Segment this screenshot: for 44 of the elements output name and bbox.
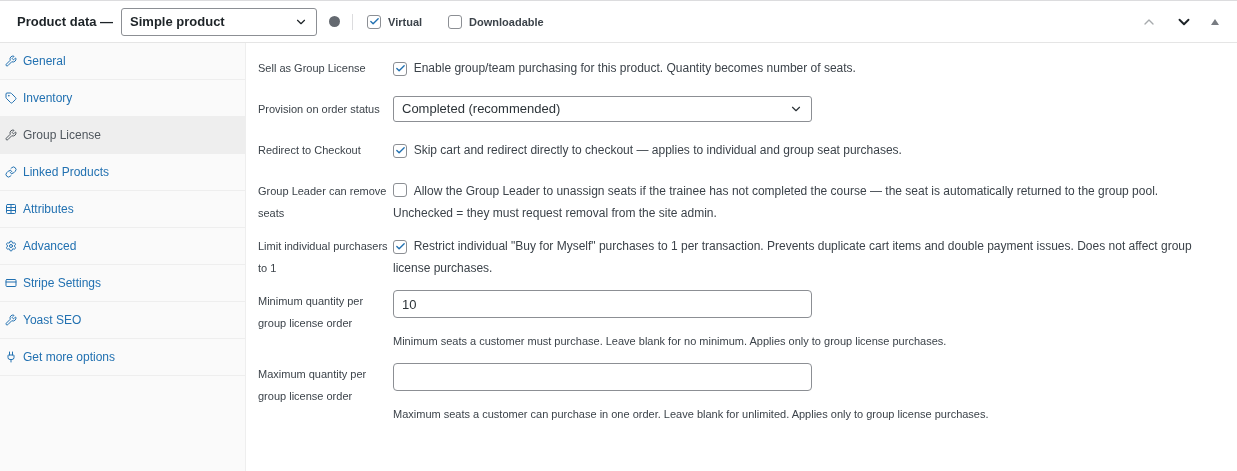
sidebar-tab[interactable]: General bbox=[0, 43, 245, 80]
checkbox-label: Downloadable bbox=[469, 15, 544, 28]
sidebar-tab[interactable]: Advanced bbox=[0, 228, 245, 265]
wrench-icon bbox=[5, 314, 17, 326]
checkbox[interactable] bbox=[367, 14, 382, 29]
option-text: Enable group/team purchasing for this product. Quantity becomes number of seats. bbox=[393, 57, 1215, 79]
field-label: Redirect to Checkout bbox=[258, 143, 362, 158]
checkbox-label: Virtual bbox=[388, 15, 423, 28]
quantity-input[interactable]: 10 bbox=[393, 290, 812, 318]
checkbox[interactable] bbox=[393, 183, 407, 197]
table-icon bbox=[5, 203, 17, 215]
sidebar-tab[interactable]: Get more options bbox=[0, 339, 245, 376]
checkbox[interactable] bbox=[448, 14, 463, 29]
option-text: Restrict individual "Buy for Myself" purchases to 1 per transaction. Prevents duplicate cart items and double payment issues. Does not affect group license purchases. bbox=[393, 238, 1193, 277]
field-label: Group Leader can remove seats bbox=[258, 184, 388, 221]
collapse-icon[interactable] bbox=[1211, 18, 1219, 25]
product-type-select[interactable]: Simple product bbox=[121, 7, 318, 36]
checkbox[interactable] bbox=[393, 61, 407, 76]
sidebar-tab[interactable]: Yoast SEO bbox=[0, 302, 245, 339]
checkbox[interactable] bbox=[393, 143, 407, 158]
checkbox[interactable] bbox=[393, 239, 407, 254]
field-label: Provision on order status bbox=[258, 102, 381, 117]
sidebar-tab[interactable]: Group License bbox=[0, 117, 245, 154]
panel-title: Product data — bbox=[17, 14, 114, 29]
field-label: Sell as Group License bbox=[258, 61, 367, 76]
sidebar-tab[interactable]: Attributes bbox=[0, 191, 245, 228]
tag-icon bbox=[5, 92, 17, 104]
wrench-icon bbox=[5, 129, 17, 141]
option-text: Skip cart and redirect directly to checkout — applies to individual and group seat purchases. bbox=[393, 139, 1215, 161]
sidebar-tab[interactable]: Linked Products bbox=[0, 154, 245, 191]
field-label: Limit individual purchasers to 1 bbox=[258, 239, 389, 276]
quantity-input[interactable] bbox=[393, 363, 812, 391]
wrench-icon bbox=[5, 55, 17, 67]
plug-icon bbox=[5, 351, 17, 363]
gear-icon bbox=[5, 240, 17, 252]
field-description: Minimum seats a customer must purchase. Leave blank for no minimum. Applies only to group license purchases. bbox=[393, 334, 948, 349]
field-label: Maximum quantity per group license order bbox=[258, 367, 368, 404]
sidebar-tab[interactable]: Stripe Settings bbox=[0, 265, 245, 302]
card-icon bbox=[5, 277, 17, 289]
option-text: Allow the Group Leader to unassign seats if the trainee has not completed the course — the seat is automatically returned to the group pool. Unchecked = they must request removal from the site admin. bbox=[393, 182, 1160, 222]
field-label: Minimum quantity per group license order bbox=[258, 294, 365, 331]
status-select[interactable]: Completed (recommended) bbox=[393, 96, 812, 122]
field-description: Maximum seats a customer can purchase in one order. Leave blank for unlimited. Applies only to group license purchases. bbox=[393, 407, 990, 422]
link-icon bbox=[5, 166, 17, 178]
